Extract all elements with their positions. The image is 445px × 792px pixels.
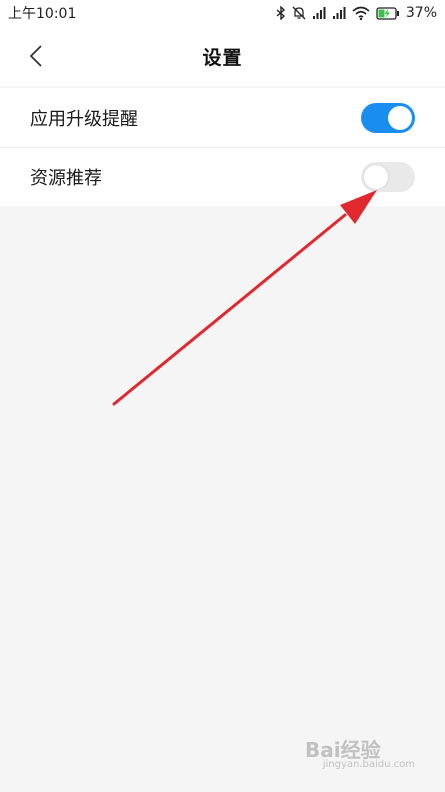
baidu-watermark: Bai经验 jingyan.baidu.com [305, 726, 415, 771]
resource-recommend-toggle[interactable] [361, 162, 415, 192]
status-time: 上午10:01 [8, 6, 77, 22]
setting-label: 资源推荐 [30, 168, 102, 189]
status-bar: 上午10:01 37% [0, 0, 445, 26]
update-reminder-toggle[interactable] [361, 102, 415, 133]
status-icons: 37% [276, 5, 437, 21]
wifi-icon [352, 6, 370, 20]
watermark-sub: jingyan.baidu.com [322, 759, 415, 770]
setting-row-resource-recommend: 资源推荐 [0, 147, 445, 206]
signal-icon [312, 6, 326, 19]
signal-icon [332, 6, 346, 19]
navigation-header: 设置 [0, 26, 445, 86]
battery-percent: 37% [405, 5, 437, 21]
page-title: 设置 [202, 46, 243, 69]
setting-label: 应用升级提醒 [30, 108, 138, 130]
mute-bell-icon [292, 6, 306, 20]
bluetooth-icon [276, 6, 285, 20]
toggle-knob [364, 165, 388, 189]
back-button[interactable] [24, 40, 48, 72]
toggle-knob [388, 105, 412, 130]
settings-list: 应用升级提醒 资源推荐 [0, 88, 445, 206]
chevron-left-icon [29, 45, 42, 67]
battery-charging-icon [376, 6, 399, 20]
setting-row-update-reminder: 应用升级提醒 [0, 88, 445, 147]
